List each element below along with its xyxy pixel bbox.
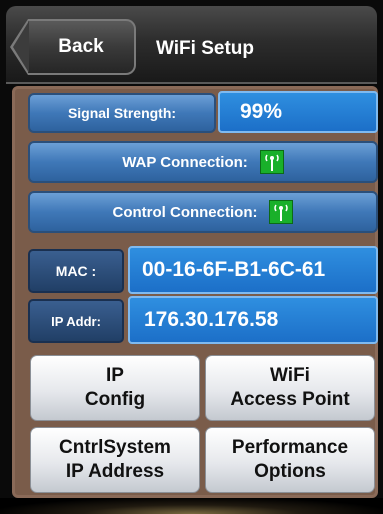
- device-screen: Back WiFi Setup Signal Strength: 99% WAP…: [0, 0, 383, 514]
- wap-connection-label: WAP Connection:: [122, 153, 248, 171]
- antenna-icon: [259, 150, 284, 174]
- signal-strength-value: 99%: [218, 91, 378, 133]
- ip-address-label: IP Addr:: [28, 299, 124, 343]
- ip-address-value: 176.30.176.58: [128, 296, 378, 344]
- wifi-access-point-button[interactable]: WiFi Access Point: [205, 355, 375, 421]
- cntrlsystem-ip-address-button[interactable]: CntrlSystem IP Address: [30, 427, 200, 493]
- ip-config-button[interactable]: IP Config: [30, 355, 200, 421]
- antenna-icon: [269, 200, 294, 224]
- control-connection-label: Control Connection:: [112, 203, 258, 221]
- control-connection-status: Control Connection:: [28, 191, 378, 233]
- signal-strength-label: Signal Strength:: [28, 93, 216, 133]
- mac-value: 00-16-6F-B1-6C-61: [128, 246, 378, 294]
- mac-label: MAC :: [28, 249, 124, 293]
- back-button[interactable]: Back: [10, 19, 136, 75]
- performance-options-button[interactable]: Performance Options: [205, 427, 375, 493]
- header-bar: Back WiFi Setup: [6, 6, 377, 84]
- back-button-label: Back: [58, 36, 104, 57]
- page-title: WiFi Setup: [156, 38, 254, 59]
- bottom-glow: [0, 498, 383, 514]
- wap-connection-status: WAP Connection:: [28, 141, 378, 183]
